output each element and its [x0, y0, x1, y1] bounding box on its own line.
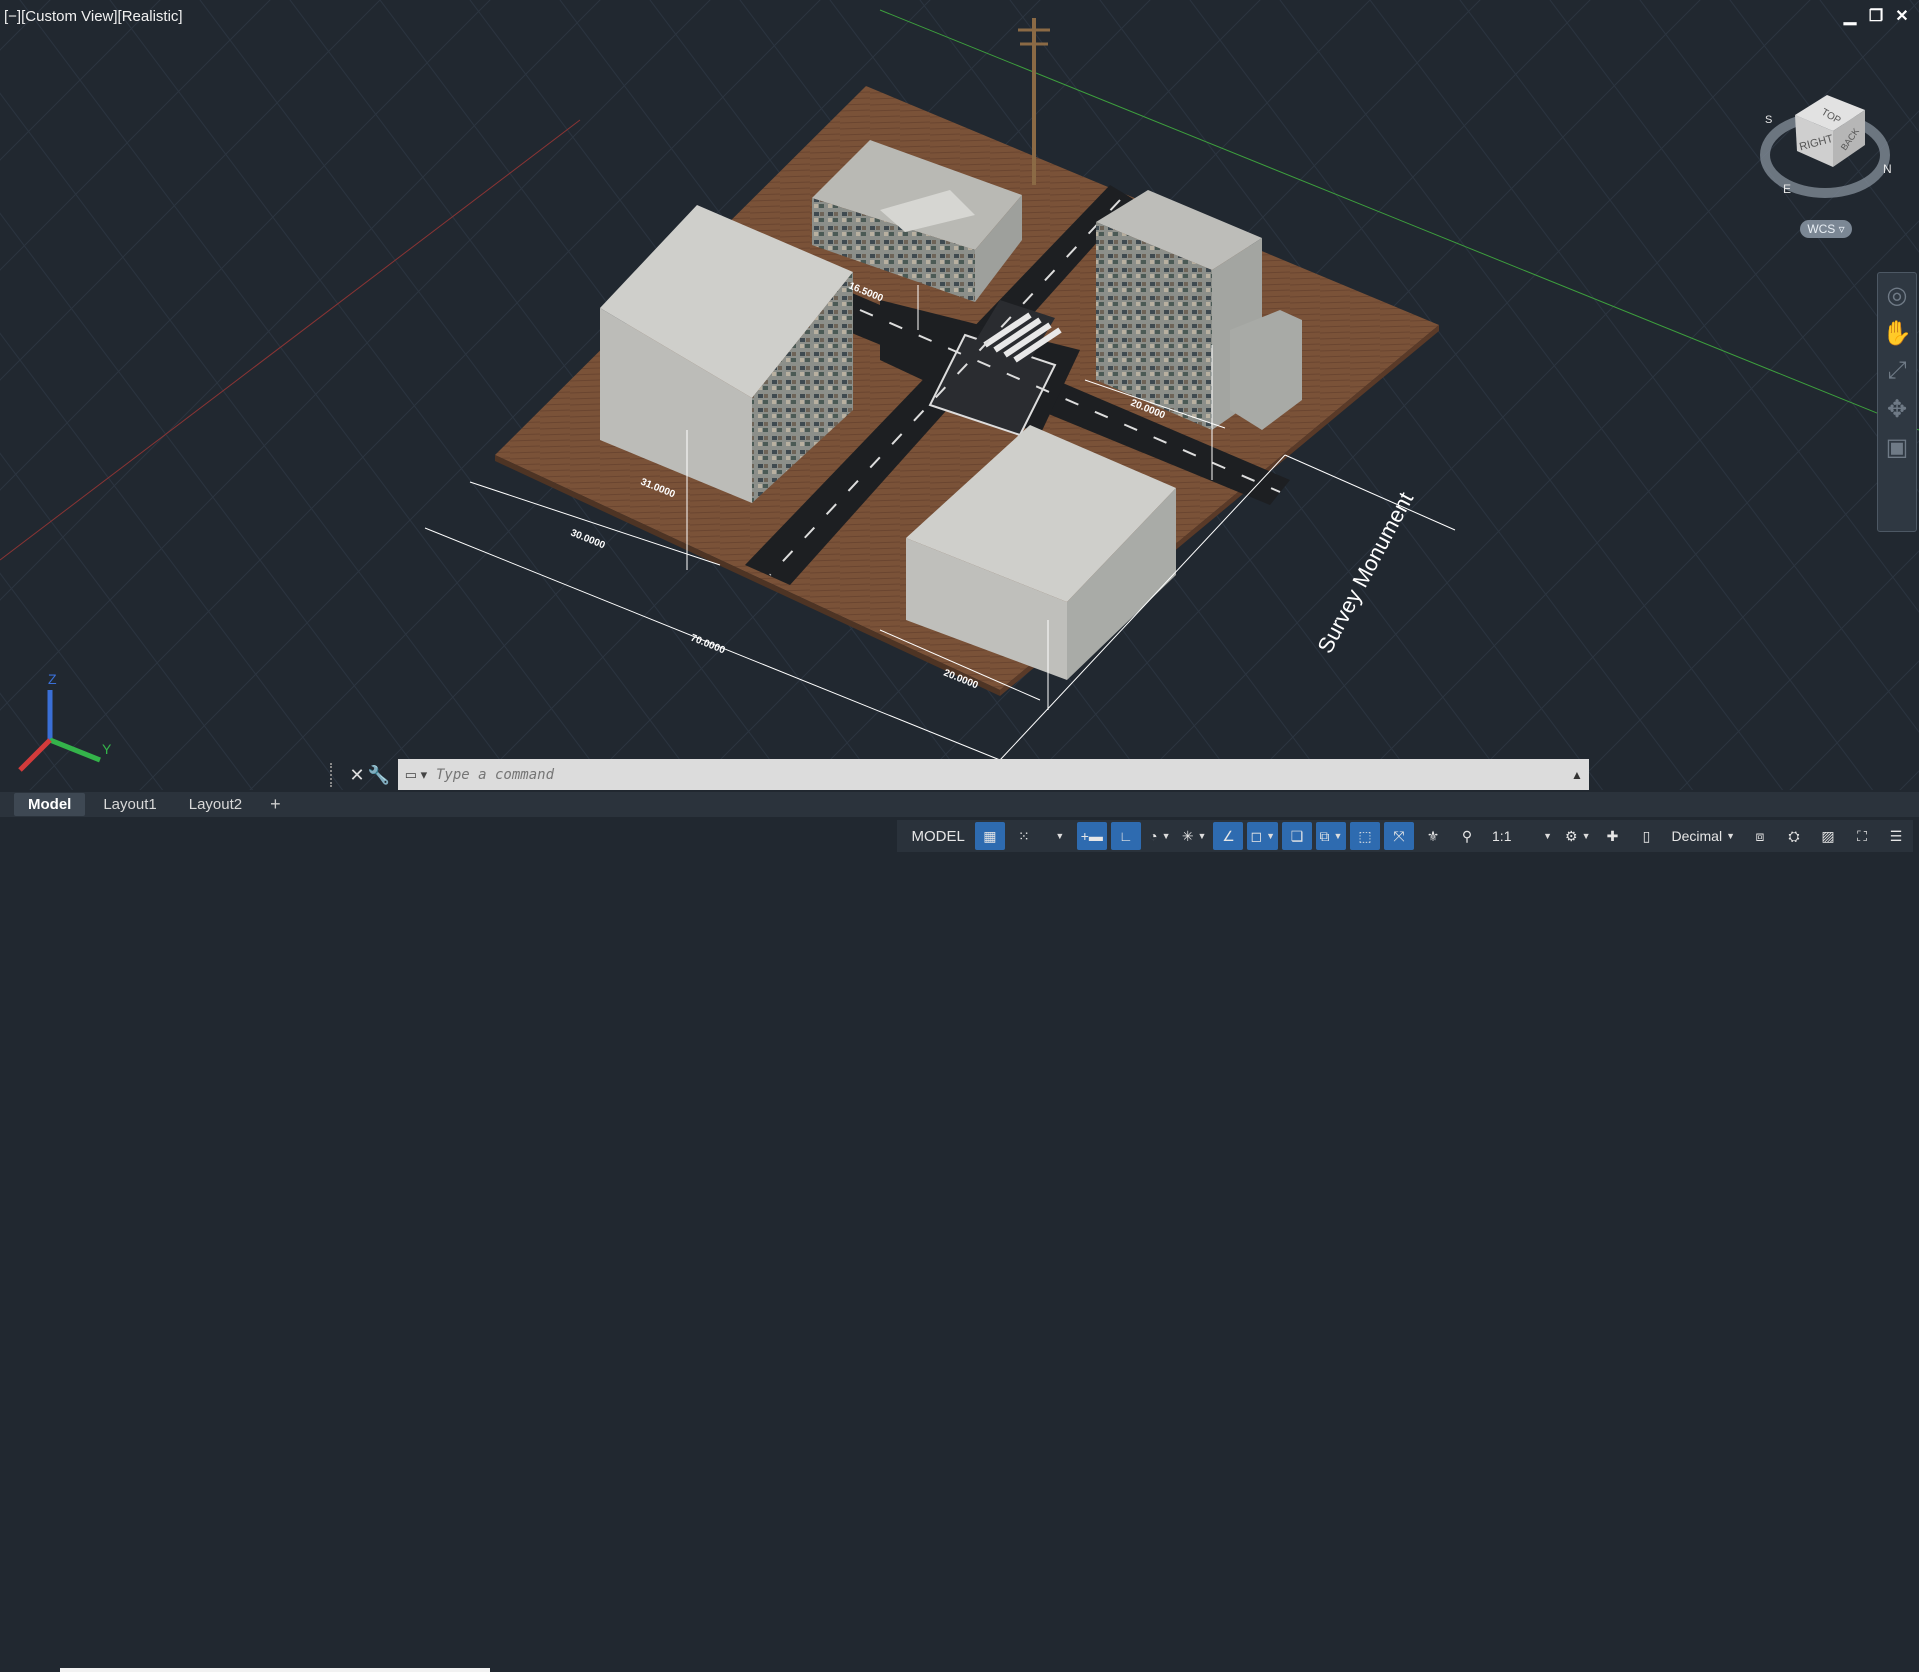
- view-menu[interactable]: [Custom View]: [21, 8, 117, 25]
- customize-menu-icon[interactable]: ☰: [1881, 822, 1911, 850]
- image-icon[interactable]: ▨: [1813, 822, 1843, 850]
- viewcube[interactable]: TOP RIGHT BACK S E N: [1755, 75, 1905, 205]
- command-line: ✕ 🔧 ▭ ▾ ▲: [330, 759, 1590, 790]
- polar-tracking-icon[interactable]: ◔ ▼: [1145, 822, 1175, 850]
- add-layout-button[interactable]: +: [260, 794, 291, 815]
- annotation-visibility-icon[interactable]: ⚜: [1418, 822, 1448, 850]
- auto-scale-icon[interactable]: ⚲: [1452, 822, 1482, 850]
- gizmo-icon[interactable]: ⤧: [1384, 822, 1415, 850]
- units-value: Decimal: [1671, 828, 1723, 844]
- compass-s[interactable]: S: [1765, 114, 1772, 126]
- gear-icon[interactable]: ⚙ ▼: [1562, 822, 1593, 850]
- tab-layout1[interactable]: Layout1: [89, 793, 170, 816]
- dim-70: 70.0000: [689, 633, 727, 657]
- object-snap-icon[interactable]: ◻ ▼: [1247, 822, 1279, 850]
- model-viewport[interactable]: 30.0000 70.0000 20.0000 20.0000 16.5000 …: [0, 0, 1919, 790]
- customize-wrench-icon[interactable]: 🔧: [368, 764, 390, 786]
- compass-n[interactable]: N: [1883, 162, 1892, 176]
- close-command-line-icon[interactable]: ✕: [346, 764, 368, 786]
- viewport-window-controls: ▁ ❐ ✕: [1841, 8, 1911, 26]
- close-icon[interactable]: ✕: [1893, 8, 1911, 26]
- status-bar: MODEL ▦ ⁙ ▼ +▬ ∟ ◔ ▼ ✳ ▼ ∠ ◻ ▼ ❏ ⧉ ▼ ⬚ ⤧ ⚜ ⚲…: [0, 817, 1919, 1672]
- dim-30: 30.0000: [569, 528, 607, 552]
- minimize-icon[interactable]: ▁: [1841, 8, 1859, 26]
- viewport-controls-label[interactable]: [−][Custom View][Realistic]: [4, 8, 183, 25]
- pan-icon[interactable]: ✋: [1881, 317, 1913, 349]
- progress-strip: [60, 1668, 490, 1672]
- grid-icon[interactable]: ▦: [974, 822, 1005, 850]
- status-bar-tools: MODEL ▦ ⁙ ▼ +▬ ∟ ◔ ▼ ✳ ▼ ∠ ◻ ▼ ❏ ⧉ ▼ ⬚ ⤧ ⚜ ⚲…: [897, 820, 1913, 852]
- ucs-icon[interactable]: Z Y: [10, 668, 120, 778]
- recent-commands-icon[interactable]: ▭ ▾: [398, 764, 434, 786]
- hardware-acceleration-icon[interactable]: ⛭: [1779, 822, 1809, 850]
- plus-icon[interactable]: ✚: [1598, 822, 1628, 850]
- survey-monument-label[interactable]: Survey Monument: [1312, 488, 1418, 657]
- clean-screen-icon[interactable]: ⛶: [1847, 822, 1877, 850]
- ucs-y-label: Y: [102, 741, 112, 757]
- ortho-icon[interactable]: ∟: [1110, 822, 1141, 850]
- command-input[interactable]: [434, 766, 1565, 784]
- layout-tabs: Model Layout1 Layout2 +: [0, 792, 1919, 817]
- tab-model[interactable]: Model: [14, 793, 86, 816]
- drawing-canvas[interactable]: 30.0000 70.0000 20.0000 20.0000 16.5000 …: [0, 0, 1919, 790]
- dynamic-ucs-icon[interactable]: ⧉ ▼: [1316, 822, 1347, 850]
- model-space-button[interactable]: MODEL: [905, 822, 970, 850]
- ucs-z-label: Z: [48, 671, 57, 687]
- 3d-osnap-icon[interactable]: ❏: [1282, 822, 1313, 850]
- orbit-icon[interactable]: ✥: [1881, 393, 1913, 425]
- isometric-icon[interactable]: ✳ ▼: [1179, 822, 1210, 850]
- annotation-scale-select[interactable]: 1:1 ▼: [1486, 822, 1558, 850]
- selection-filter-icon[interactable]: ⬚: [1350, 822, 1381, 850]
- object-snap-tracking-icon[interactable]: ∠: [1213, 822, 1244, 850]
- units-select[interactable]: Decimal ▼: [1666, 822, 1742, 850]
- y-axis-line: [0, 119, 581, 561]
- restore-icon[interactable]: ❐: [1867, 8, 1885, 26]
- zoom-icon[interactable]: ⤢: [1881, 355, 1913, 387]
- tab-layout2[interactable]: Layout2: [175, 793, 256, 816]
- annotation-scale-value: 1:1: [1492, 828, 1512, 844]
- command-history-up-icon[interactable]: ▲: [1565, 768, 1589, 782]
- viewport-menu[interactable]: [−]: [4, 8, 21, 25]
- isolate-objects-icon[interactable]: ⧈: [1745, 822, 1775, 850]
- showmotion-icon[interactable]: ▣: [1881, 431, 1913, 463]
- snap-menu-icon[interactable]: ▼: [1043, 822, 1073, 850]
- dynamic-input-icon[interactable]: +▬: [1076, 822, 1107, 850]
- wcs-menu[interactable]: WCS ▿: [1800, 220, 1852, 238]
- steering-wheel-icon[interactable]: ◎: [1881, 279, 1913, 311]
- visual-style-menu[interactable]: [Realistic]: [118, 8, 183, 25]
- quick-properties-icon[interactable]: ▯: [1632, 822, 1662, 850]
- command-input-wrap: ▭ ▾ ▲: [398, 759, 1589, 790]
- navigation-bar: ◎ ✋ ⤢ ✥ ▣: [1877, 272, 1917, 532]
- compass-e[interactable]: E: [1783, 182, 1791, 196]
- command-line-grip[interactable]: [330, 763, 340, 787]
- snap-grid-icon[interactable]: ⁙: [1009, 822, 1039, 850]
